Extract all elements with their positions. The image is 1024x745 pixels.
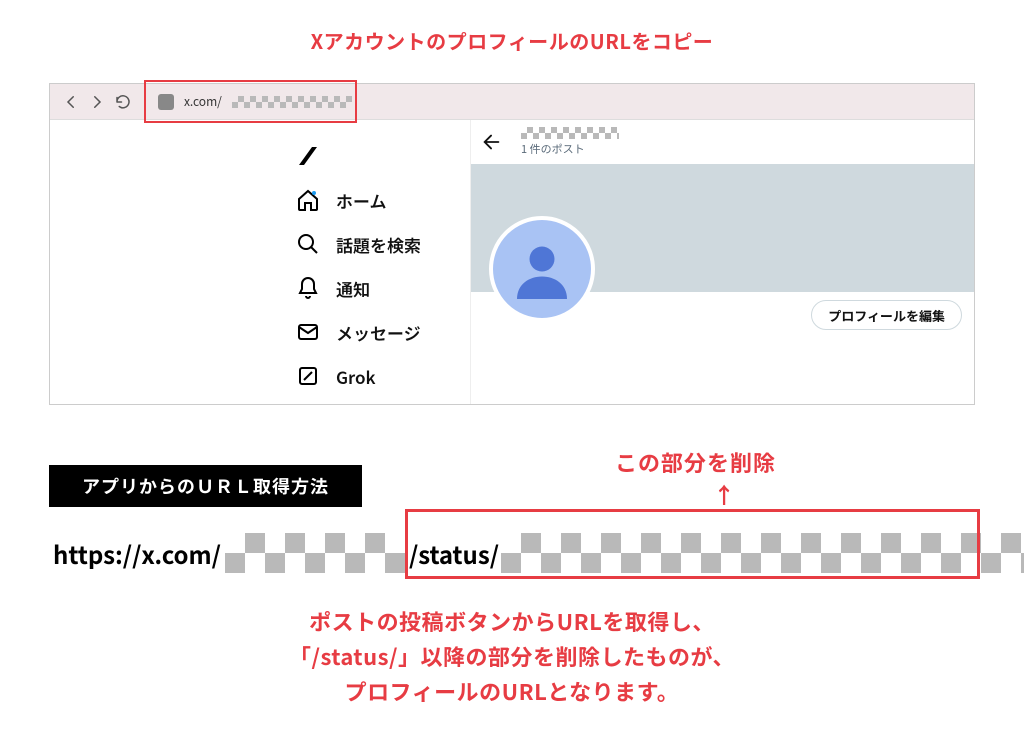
x-logo-icon (296, 144, 320, 168)
avatar[interactable] (489, 216, 595, 322)
profile-panel: 1 件のポスト プロフィールを編集 (471, 120, 974, 404)
top-annotation: XアカウントのプロフィールのURLをコピー (0, 26, 1024, 55)
nav-messages[interactable]: メッセージ (290, 310, 470, 354)
bottom-line-3: プロフィールのURLとなります。 (0, 674, 1024, 709)
profile-post-count: 1 件のポスト (521, 141, 619, 157)
url-part-status: /status/ (407, 536, 501, 571)
url-example-row: https://x.com/ /status/ (53, 527, 1024, 579)
site-settings-icon[interactable] (158, 94, 174, 110)
back-icon[interactable] (62, 93, 80, 111)
profile-name-censored (521, 127, 619, 139)
nav-grok[interactable]: Grok (290, 354, 470, 398)
nav-notifications[interactable]: 通知 (290, 266, 470, 310)
arrow-up-icon: ↑ (713, 478, 735, 510)
address-bar-text[interactable]: x.com/ (184, 93, 222, 110)
nav-label: メッセージ (336, 320, 421, 345)
forward-icon[interactable] (88, 93, 106, 111)
grok-icon (296, 364, 320, 388)
nav-x-logo[interactable] (290, 134, 470, 178)
mail-icon (296, 320, 320, 344)
profile-back-icon[interactable] (481, 131, 503, 153)
browser-window: x.com/ ホーム (49, 83, 975, 405)
reload-icon[interactable] (114, 93, 132, 111)
nav-label: ホーム (336, 188, 387, 213)
edit-profile-button[interactable]: プロフィールを編集 (811, 300, 962, 330)
nav-explore[interactable]: 話題を検索 (290, 222, 470, 266)
nav-label: Grok (336, 364, 376, 389)
delete-annotation: この部分を削除 (615, 446, 776, 478)
section-heading-app-url: アプリからのＵＲＬ取得方法 (49, 465, 362, 507)
layout-spacer (50, 120, 290, 404)
search-icon (296, 232, 320, 256)
address-bar-censored (232, 96, 352, 108)
url-username-censored (225, 533, 407, 573)
url-postid-censored (501, 533, 1024, 573)
avatar-placeholder-icon (512, 239, 572, 299)
bottom-line-1: ポストの投稿ボタンからURLを取得し、 (0, 604, 1024, 639)
bottom-line-2: 「/status/」以降の部分を削除したものが、 (0, 639, 1024, 674)
profile-header: 1 件のポスト (471, 120, 974, 164)
home-icon (296, 188, 320, 212)
nav-home[interactable]: ホーム (290, 178, 470, 222)
url-part-domain: https://x.com/ (53, 536, 225, 571)
left-nav: ホーム 話題を検索 通知 (290, 120, 470, 404)
bottom-explanation: ポストの投稿ボタンからURLを取得し、 「/status/」以降の部分を削除した… (0, 604, 1024, 710)
browser-toolbar: x.com/ (50, 84, 974, 120)
nav-label: 通知 (336, 276, 370, 301)
bell-icon (296, 276, 320, 300)
nav-label: 話題を検索 (336, 232, 421, 257)
